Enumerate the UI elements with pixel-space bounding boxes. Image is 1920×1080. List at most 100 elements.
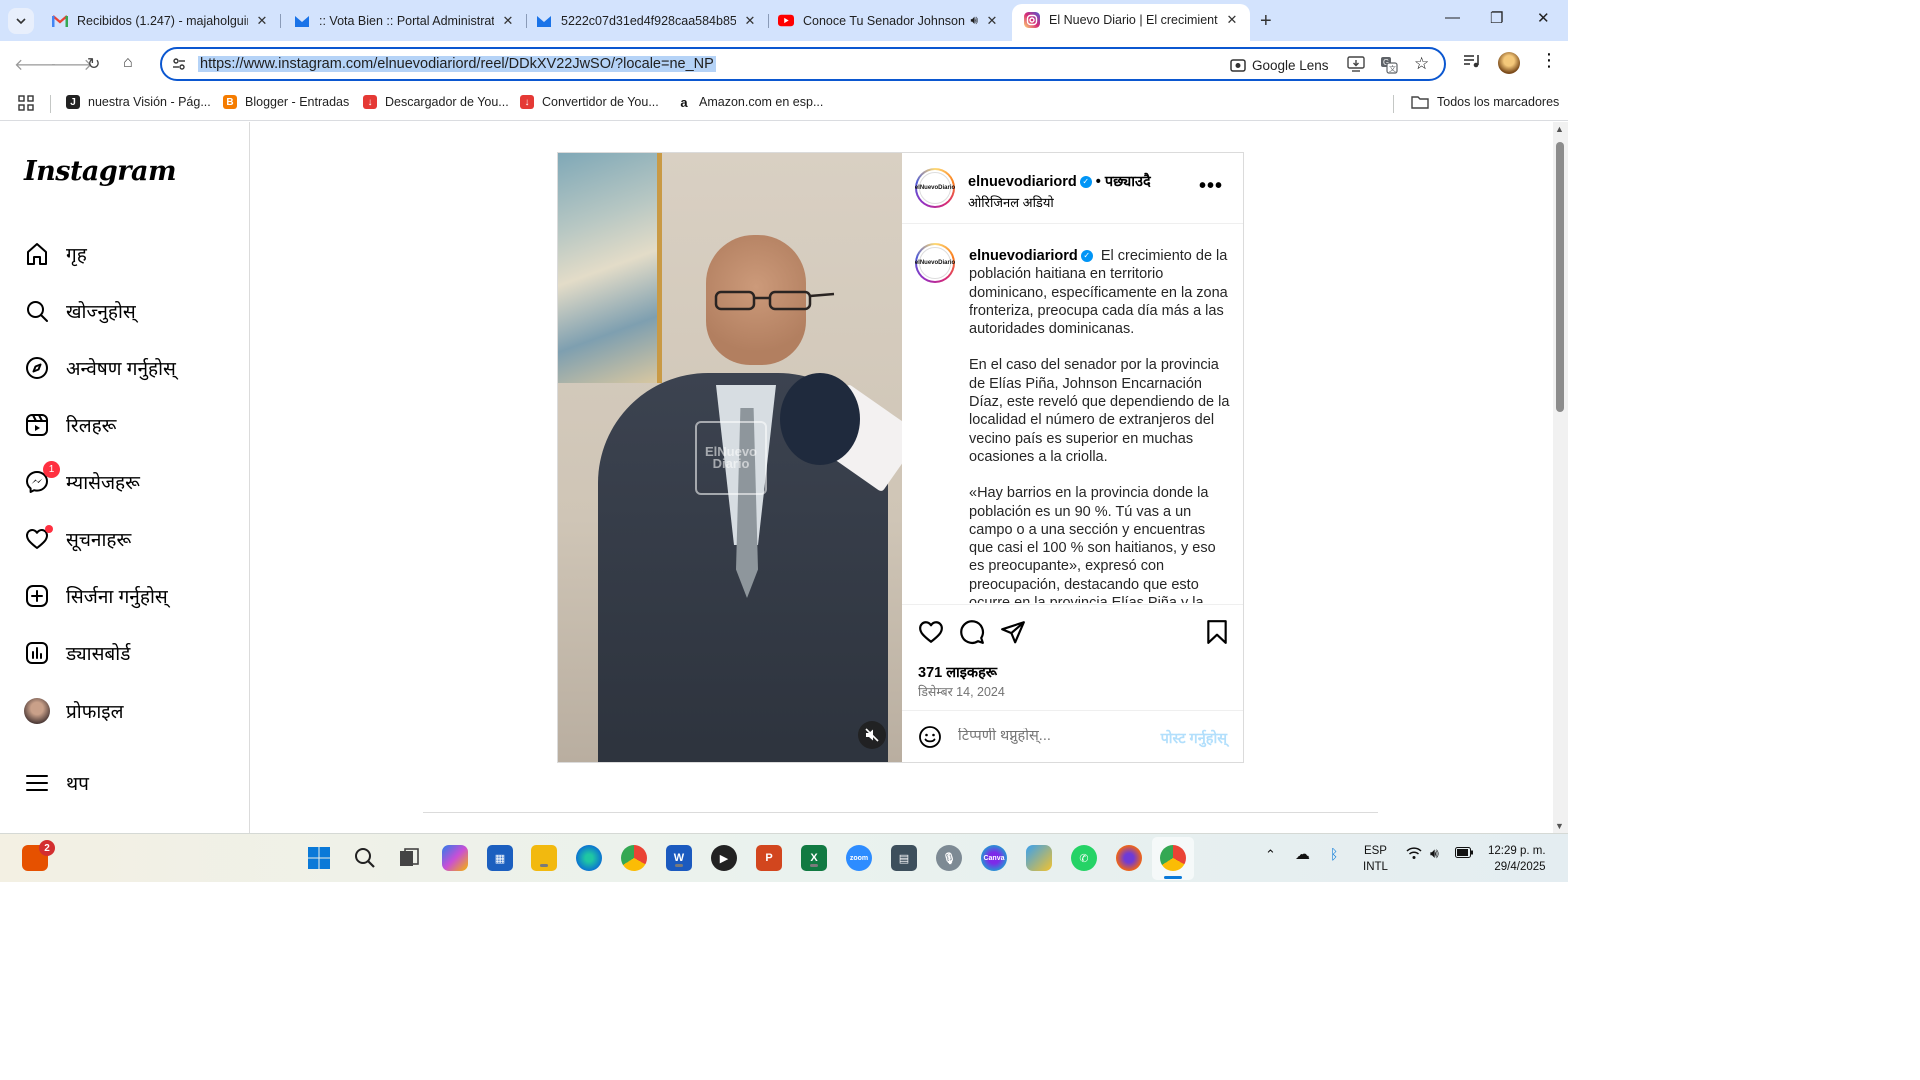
translate-icon[interactable]: G文 [1380, 56, 1398, 79]
nav-profile[interactable]: प्रोफाइल [24, 698, 124, 724]
tab-email-id[interactable]: 5222c07d31ed4f928caa584b85 ✕ [524, 6, 769, 35]
media-player-icon[interactable]: ▶ [711, 845, 737, 871]
nav-notifications[interactable]: सूचनाहरू [24, 525, 131, 552]
minimize-icon[interactable]: — [1445, 9, 1460, 26]
powerpoint-icon[interactable]: P [756, 845, 782, 871]
install-app-icon[interactable] [1347, 56, 1365, 77]
wifi-icon[interactable] [1406, 846, 1422, 863]
chrome-icon[interactable] [621, 845, 647, 871]
file-explorer-icon[interactable] [531, 845, 557, 871]
copilot-icon[interactable] [442, 845, 468, 871]
emoji-icon[interactable] [918, 725, 942, 754]
reload-icon[interactable]: ↻ [87, 54, 100, 74]
likes-count[interactable]: 371 लाइकहरू [918, 662, 997, 682]
volume-icon[interactable]: 🔊︎ [1430, 845, 1439, 862]
bookmark-blogger[interactable]: B Blogger - Entradas [223, 95, 349, 109]
save-bookmark-icon[interactable] [1204, 619, 1230, 650]
tray-overflow-icon[interactable]: ⌃ [1265, 847, 1276, 863]
tab-gmail[interactable]: Recibidos (1.247) - majaholguin ✕ [40, 6, 281, 35]
nav-more[interactable]: थप [24, 770, 89, 796]
close-window-icon[interactable]: ✕ [1537, 9, 1550, 27]
speaker-icon[interactable]: 🔊︎ [970, 13, 978, 28]
language-indicator[interactable]: ESP INTL [1363, 843, 1388, 875]
tab-close-icon[interactable]: ✕ [254, 13, 270, 29]
scroll-up-icon[interactable]: ▲ [1555, 124, 1564, 134]
original-audio-link[interactable]: ओरिजिनल अडियो [968, 193, 1151, 211]
bluetooth-icon[interactable]: ᛒ [1330, 846, 1338, 862]
nav-home[interactable]: गृह [24, 241, 87, 267]
post-date[interactable]: डिसेम्बर 14, 2024 [918, 683, 1005, 700]
follow-button[interactable]: • पछ्याउदै [1096, 174, 1151, 190]
comment-input[interactable] [958, 728, 1138, 744]
new-tab-icon[interactable]: + [1260, 10, 1272, 33]
author-avatar[interactable]: elNuevoDiario [915, 168, 955, 208]
edge-icon[interactable] [576, 845, 602, 871]
nav-dashboard[interactable]: ड्यासबोर्ड [24, 640, 130, 666]
all-bookmarks-button[interactable]: Todos los marcadores [1411, 95, 1559, 109]
tab-close-icon[interactable]: ✕ [984, 13, 1000, 29]
share-send-icon[interactable] [1000, 619, 1026, 650]
tab-youtube[interactable]: Conoce Tu Senador Johnson 🔊︎ ✕ [766, 6, 1010, 35]
tab-vota-bien[interactable]: :: Vota Bien :: Portal Administrat ✕ [282, 6, 527, 35]
page-scrollbar[interactable]: ▲ ▼ [1553, 122, 1568, 833]
excel-icon[interactable]: X [801, 845, 827, 871]
zoom-icon[interactable]: zoom [846, 845, 872, 871]
mute-icon[interactable] [858, 721, 886, 749]
task-view-icon[interactable] [396, 845, 422, 871]
caption-author-avatar[interactable]: elNuevoDiario [915, 243, 955, 283]
reel-video[interactable]: ElNuevo Diario [558, 153, 902, 762]
home-icon[interactable]: ⌂ [123, 54, 133, 72]
chrome-profile-icon[interactable] [1160, 845, 1186, 879]
tab-close-icon[interactable]: ✕ [500, 13, 516, 29]
google-lens-button[interactable]: Google Lens [1230, 57, 1329, 73]
nav-reels[interactable]: रिलहरू [24, 412, 116, 438]
tab-instagram[interactable]: El Nuevo Diario | El crecimiento ✕ [1012, 4, 1250, 41]
tab-search-button[interactable] [8, 8, 34, 34]
instagram-logo[interactable]: Instagram [24, 156, 177, 187]
home-icon [24, 241, 50, 267]
address-bar[interactable]: https://www.instagram.com/elnuevodiarior… [160, 47, 1446, 81]
microphone-app-icon[interactable]: 🎙︎ [936, 845, 962, 871]
tab-close-icon[interactable]: ✕ [1224, 12, 1240, 28]
like-heart-icon[interactable] [918, 619, 944, 650]
more-options-icon[interactable]: ••• [1199, 175, 1223, 198]
url-text[interactable]: https://www.instagram.com/elnuevodiarior… [198, 56, 716, 72]
bookmark-convertidor[interactable]: ↓ Convertidor de You... [520, 95, 659, 109]
scrollbar-thumb[interactable] [1556, 142, 1564, 412]
scroll-down-icon[interactable]: ▼ [1555, 821, 1564, 831]
media-controls-icon[interactable] [1463, 53, 1481, 74]
battery-icon[interactable] [1455, 847, 1473, 861]
system-clock[interactable]: 12:29 p. m. 29/4/2025 [1488, 843, 1546, 875]
apps-grid-icon[interactable] [18, 95, 34, 111]
word-icon[interactable]: W [666, 845, 692, 871]
notification-count-badge: 2 [39, 840, 55, 856]
nav-messages[interactable]: 1 म्यासेजहरू [24, 461, 140, 495]
bookmark-amazon[interactable]: a Amazon.com en esp... [677, 95, 823, 110]
store-icon[interactable]: ▦ [487, 845, 513, 871]
taskbar-search-icon[interactable] [352, 845, 378, 871]
nav-create[interactable]: सिर्जना गर्नुहोस् [24, 583, 168, 609]
bookmark-descargador[interactable]: ↓ Descargador de You... [363, 95, 509, 109]
bookmark-star-icon[interactable]: ☆ [1414, 54, 1429, 74]
profile-avatar[interactable] [1498, 52, 1520, 74]
canva-icon[interactable]: Canva [981, 845, 1007, 871]
whatsapp-icon[interactable]: ✆ [1071, 845, 1097, 871]
comment-icon[interactable] [959, 619, 985, 650]
windows-start-icon[interactable] [306, 845, 332, 871]
author-username[interactable]: elnuevodiariord [968, 174, 1077, 190]
calculator-icon[interactable]: ▤ [891, 845, 917, 871]
nav-label: गृह [66, 245, 87, 266]
bookmark-nuestra-vision[interactable]: J nuestra Visión - Pág... [66, 95, 211, 109]
nav-explore[interactable]: अन्वेषण गर्नुहोस् [24, 355, 176, 381]
nav-search[interactable]: खोज्नुहोस् [24, 298, 136, 324]
notification-app-icon[interactable]: 2 [22, 840, 55, 871]
site-settings-icon[interactable] [171, 56, 187, 77]
firefox-icon[interactable] [1116, 845, 1142, 871]
caption-username[interactable]: elnuevodiariord [969, 248, 1078, 264]
menu-kebab-icon[interactable]: ⋮ [1540, 50, 1558, 71]
tab-close-icon[interactable]: ✕ [742, 13, 758, 29]
paint-icon[interactable] [1026, 845, 1052, 871]
onedrive-icon[interactable]: ☁︎ [1295, 845, 1310, 863]
restore-icon[interactable]: ❐ [1490, 9, 1503, 27]
post-comment-button[interactable]: पोस्ट गर्नुहोस् [1161, 728, 1227, 748]
